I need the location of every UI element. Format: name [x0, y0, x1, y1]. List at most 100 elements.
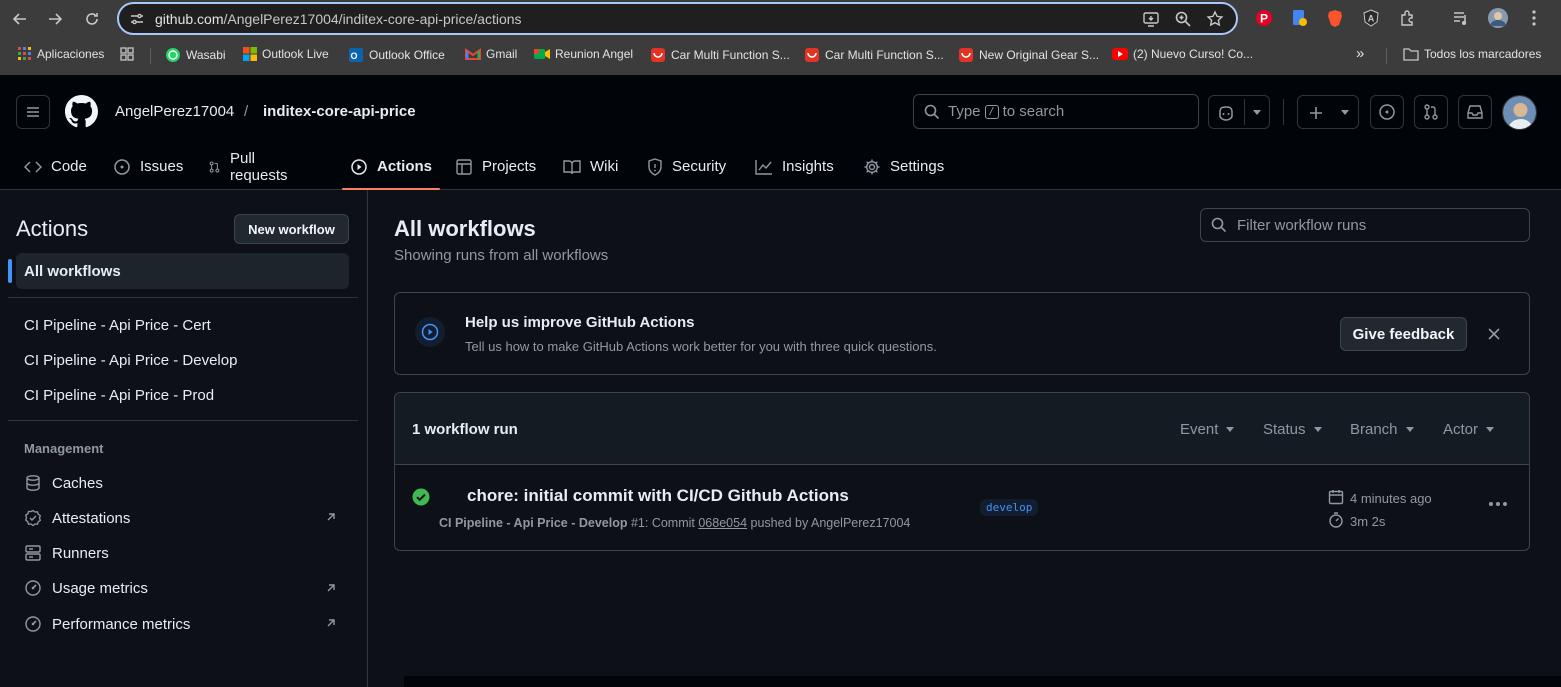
event-filter-dropdown[interactable]: Event	[1180, 421, 1235, 438]
tab-label: Security	[672, 158, 727, 175]
tab-label: Wiki	[590, 158, 619, 175]
sidebar-item-caches[interactable]: Caches	[24, 474, 103, 492]
sidebar-item-all-workflows[interactable]: All workflows	[8, 253, 349, 289]
workflow-run-count: 1 workflow run	[412, 421, 518, 438]
google-docs-extension-icon[interactable]	[1290, 9, 1308, 27]
tab-label: Settings	[890, 158, 945, 175]
new-workflow-button[interactable]: New workflow	[234, 214, 349, 244]
svg-text:A: A	[1368, 14, 1375, 24]
url-path: /AngelPerez17004/inditex-core-api-price/…	[223, 10, 522, 27]
install-app-icon[interactable]	[1142, 10, 1160, 28]
youtube-icon	[1112, 48, 1128, 60]
bookmark-grid[interactable]	[120, 47, 134, 61]
chevron-down-icon	[1313, 427, 1322, 432]
bookmark-wasabi[interactable]: Wasabi	[165, 47, 226, 63]
bookmark-outlook-live[interactable]: Outlook Live	[243, 47, 329, 61]
create-new-button[interactable]	[1297, 95, 1359, 129]
overflow-chevron-icon: »	[1356, 45, 1365, 62]
zoom-icon[interactable]	[1174, 10, 1192, 28]
site-settings-icon	[131, 13, 143, 24]
sidebar-item-attestations[interactable]: Attestations	[24, 509, 130, 527]
star-icon[interactable]	[1206, 10, 1224, 28]
github-logo-icon[interactable]	[65, 95, 98, 128]
sidebar-item-workflow-develop[interactable]: CI Pipeline - Api Price - Develop	[24, 352, 237, 369]
bookmark-label: Aplicaciones	[37, 47, 105, 61]
tab-pull-requests[interactable]: Pull requests	[208, 143, 293, 190]
bookmark-nuevo-curso[interactable]: (2) Nuevo Curso! Co...	[1112, 47, 1253, 61]
banner-text: Tell us how to make GitHub Actions work …	[465, 339, 937, 354]
sidebar-item-label: CI Pipeline - Api Price - Develop	[24, 352, 238, 369]
brave-extension-icon[interactable]	[1326, 9, 1344, 27]
tab-code[interactable]: Code	[24, 143, 87, 190]
copilot-button[interactable]	[1208, 95, 1270, 129]
sidebar-item-runners[interactable]: Runners	[24, 544, 109, 562]
bookmark-label: Outlook Office	[369, 48, 445, 62]
bookmark-car-multi-1[interactable]: Car Multi Function S...	[650, 47, 790, 63]
tab-projects[interactable]: Projects	[455, 143, 536, 190]
folder-icon	[1403, 48, 1419, 61]
actions-play-icon	[415, 317, 445, 347]
reload-icon	[86, 13, 98, 25]
kebab-menu-icon[interactable]	[1488, 501, 1508, 507]
tab-insights[interactable]: Insights	[755, 143, 834, 190]
back-button[interactable]	[5, 4, 35, 34]
pinterest-extension-icon[interactable]: P	[1255, 9, 1273, 27]
bookmark-aplicaciones[interactable]: Aplicaciones	[18, 47, 104, 61]
filter-workflow-runs-input[interactable]: Filter workflow runs	[1200, 208, 1530, 242]
hamburger-menu-button[interactable]	[16, 95, 50, 129]
bookmark-label: Car Multi Function S...	[825, 48, 944, 62]
sidebar-item-label: Usage metrics	[52, 579, 148, 597]
sidebar-item-workflow-cert[interactable]: CI Pipeline - Api Price - Cert	[24, 317, 211, 334]
profile-avatar[interactable]	[1487, 7, 1509, 29]
bookmark-new-original-gear[interactable]: New Original Gear S...	[958, 47, 1099, 63]
check-circle-icon	[412, 488, 430, 506]
pull-requests-button[interactable]	[1414, 95, 1448, 129]
tab-wiki[interactable]: Wiki	[563, 143, 618, 190]
branch-filter-dropdown[interactable]: Branch	[1350, 421, 1414, 438]
inbox-button[interactable]	[1458, 95, 1492, 129]
branch-badge[interactable]: develop	[980, 499, 1039, 516]
microsoft-icon	[243, 47, 257, 61]
all-bookmarks-button[interactable]: Todos los marcadores	[1403, 47, 1541, 61]
breadcrumb-repo[interactable]: inditex-core-api-price	[263, 103, 416, 120]
give-feedback-button[interactable]: Give feedback	[1340, 317, 1467, 351]
status-filter-dropdown[interactable]: Status	[1263, 421, 1322, 438]
search-input[interactable]: Type / to search	[913, 94, 1199, 129]
reload-button[interactable]	[77, 4, 107, 34]
tab-issues[interactable]: Issues	[113, 143, 183, 190]
extensions-puzzle-icon[interactable]	[1399, 9, 1417, 27]
bookmark-reunion-angel[interactable]: Reunion Angel	[534, 47, 633, 61]
commit-link[interactable]: 068e054	[698, 516, 747, 530]
bookmarks-overflow-button[interactable]: »	[1356, 45, 1364, 62]
breadcrumb-owner[interactable]: AngelPerez17004	[115, 103, 234, 120]
sidebar-item-usage-metrics[interactable]: Usage metrics	[24, 579, 148, 597]
angular-extension-icon[interactable]: A	[1362, 9, 1380, 27]
arrow-right-icon	[49, 13, 63, 25]
tab-security[interactable]: Security	[647, 143, 726, 190]
tab-settings[interactable]: Settings	[863, 143, 944, 190]
management-heading: Management	[24, 441, 104, 456]
url-host: github.com	[155, 10, 224, 27]
aliexpress-icon	[959, 48, 973, 62]
address-bar[interactable]: github.com/AngelPerez17004/inditex-core-…	[117, 2, 1238, 35]
meet-icon	[534, 49, 550, 59]
sidebar-item-performance-metrics[interactable]: Performance metrics	[24, 615, 190, 633]
browser-menu-icon[interactable]	[1526, 9, 1542, 27]
bookmark-outlook-office[interactable]: O Outlook Office	[348, 47, 445, 63]
workflow-name: CI Pipeline - Api Price - Develop	[439, 516, 628, 530]
actor-filter-dropdown[interactable]: Actor	[1443, 421, 1495, 438]
issues-button[interactable]	[1370, 95, 1404, 129]
tab-actions[interactable]: Actions	[341, 143, 441, 190]
user-avatar[interactable]	[1502, 95, 1537, 130]
media-controls-icon[interactable]	[1452, 9, 1470, 27]
actions-sidebar: Actions New workflow All workflows CI Pi…	[0, 190, 368, 687]
forward-button[interactable]	[40, 4, 70, 34]
shield-icon	[648, 157, 662, 176]
breadcrumb-separator: /	[244, 103, 249, 120]
workflow-run-title-link[interactable]: chore: initial commit with CI/CD Github …	[467, 486, 849, 506]
bookmark-gmail[interactable]: Gmail	[465, 47, 517, 61]
bookmark-car-multi-2[interactable]: Car Multi Function S...	[804, 47, 944, 63]
filter-label: Branch	[1350, 421, 1398, 438]
close-icon[interactable]	[1488, 328, 1500, 340]
sidebar-item-workflow-prod[interactable]: CI Pipeline - Api Price - Prod	[24, 387, 214, 404]
